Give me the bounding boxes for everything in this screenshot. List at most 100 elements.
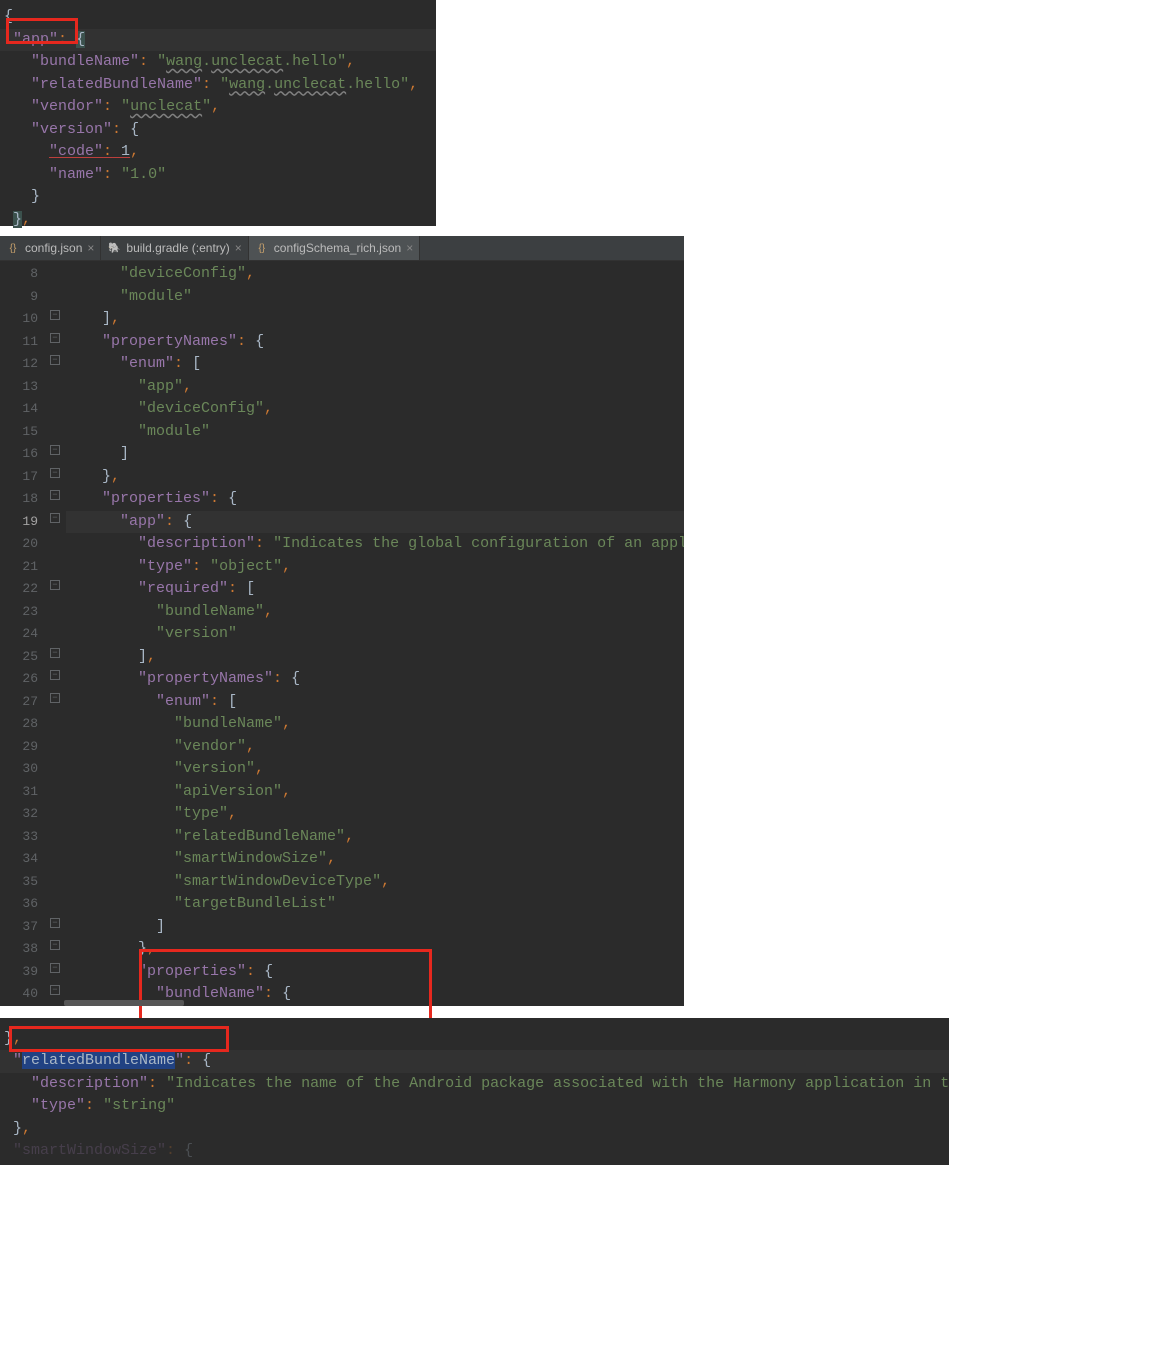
code-line[interactable]: "name": "1.0" (0, 164, 436, 187)
tab-build-gradle---entry-[interactable]: 🐘build.gradle (:entry)× (101, 236, 248, 260)
fold-toggle-icon[interactable]: − (50, 580, 60, 590)
line-number: 39 (0, 961, 38, 984)
line-number: 29 (0, 736, 38, 759)
code-line[interactable]: "code": 1, (0, 141, 436, 164)
line-number: 26 (0, 668, 38, 691)
fold-toggle-icon[interactable]: − (50, 513, 60, 523)
fold-toggle-icon[interactable]: − (50, 670, 60, 680)
code-line[interactable]: "type": "object", (66, 556, 684, 579)
close-icon[interactable]: × (406, 241, 413, 255)
fold-toggle-icon[interactable]: − (50, 445, 60, 455)
code-line[interactable]: "relatedBundleName", (66, 826, 684, 849)
line-number: 23 (0, 601, 38, 624)
line-number: 33 (0, 826, 38, 849)
code-line[interactable]: "version": { (0, 119, 436, 142)
fold-toggle-icon[interactable]: − (50, 940, 60, 950)
line-number: 17 (0, 466, 38, 489)
code-line[interactable]: }, (0, 1118, 949, 1141)
line-number: 20 (0, 533, 38, 556)
editor-tabs: {}config.json×🐘build.gradle (:entry)×{}c… (0, 236, 684, 261)
code-line[interactable]: "module" (66, 286, 684, 309)
code-line[interactable]: }, (66, 466, 684, 489)
gradle-file-icon: 🐘 (107, 241, 121, 255)
code-line[interactable]: { (0, 6, 436, 29)
code-line[interactable]: ], (66, 308, 684, 331)
code-line[interactable]: "enum": [ (66, 353, 684, 376)
line-number: 14 (0, 398, 38, 421)
fold-toggle-icon[interactable]: − (50, 310, 60, 320)
fold-toggle-icon[interactable]: − (50, 963, 60, 973)
code-line[interactable]: "type": "string" (0, 1095, 949, 1118)
fold-toggle-icon[interactable]: − (50, 693, 60, 703)
code-line[interactable]: "required": [ (66, 578, 684, 601)
code-line[interactable]: "deviceConfig", (66, 263, 684, 286)
code-line[interactable]: "vendor", (66, 736, 684, 759)
tab-configschema-rich-json[interactable]: {}configSchema_rich.json× (249, 236, 420, 260)
code-line[interactable]: "app": { (66, 511, 684, 534)
fold-toggle-icon[interactable]: − (50, 333, 60, 343)
fold-toggle-icon[interactable]: − (50, 468, 60, 478)
fold-toggle-icon[interactable]: − (50, 985, 60, 995)
code-line[interactable]: } (0, 186, 436, 209)
editor-panel-snippet[interactable]: }, "relatedBundleName": { "description":… (0, 1018, 949, 1165)
line-number: 27 (0, 691, 38, 714)
code-line[interactable]: "properties": { (66, 961, 684, 984)
code-line[interactable]: "relatedBundleName": { (0, 1050, 949, 1073)
code-area[interactable]: { "app": { "bundleName": "wang.unclecat.… (0, 4, 436, 231)
code-area[interactable]: "deviceConfig", "module" ], "propertyNam… (66, 261, 684, 1006)
editor-panel-config[interactable]: { "app": { "bundleName": "wang.unclecat.… (0, 0, 436, 226)
code-line[interactable]: }, (0, 209, 436, 232)
code-line[interactable]: "type", (66, 803, 684, 826)
line-number: 22 (0, 578, 38, 601)
code-line[interactable]: }, (0, 1028, 949, 1051)
tab-config-json[interactable]: {}config.json× (0, 236, 101, 260)
code-line[interactable]: "description": "Indicates the global con… (66, 533, 684, 556)
code-line[interactable]: "app", (66, 376, 684, 399)
line-number: 25 (0, 646, 38, 669)
code-line[interactable]: "version" (66, 623, 684, 646)
code-line[interactable]: ] (66, 443, 684, 466)
code-line[interactable]: "app": { (0, 29, 436, 52)
code-line[interactable]: ] (66, 916, 684, 939)
line-number: 15 (0, 421, 38, 444)
code-line[interactable]: "apiVersion", (66, 781, 684, 804)
line-number-gutter: 8910111213141516171819202122232425262728… (0, 261, 48, 1006)
code-line[interactable]: }, (66, 938, 684, 961)
close-icon[interactable]: × (87, 241, 94, 255)
code-line[interactable]: "vendor": "unclecat", (0, 96, 436, 119)
line-number: 31 (0, 781, 38, 804)
close-icon[interactable]: × (235, 241, 242, 255)
code-line[interactable]: "version", (66, 758, 684, 781)
code-line[interactable]: "smartWindowSize", (66, 848, 684, 871)
json-file-icon: {} (6, 241, 20, 255)
code-line[interactable]: "deviceConfig", (66, 398, 684, 421)
line-number: 32 (0, 803, 38, 826)
code-line[interactable]: "enum": [ (66, 691, 684, 714)
code-line[interactable]: "module" (66, 421, 684, 444)
line-number: 24 (0, 623, 38, 646)
code-line[interactable]: "propertyNames": { (66, 331, 684, 354)
line-number: 13 (0, 376, 38, 399)
code-line[interactable]: "relatedBundleName": "wang.unclecat.hell… (0, 74, 436, 97)
code-area[interactable]: }, "relatedBundleName": { "description":… (0, 1026, 949, 1163)
code-line[interactable]: "propertyNames": { (66, 668, 684, 691)
fold-toggle-icon[interactable]: − (50, 918, 60, 928)
code-line[interactable]: ], (66, 646, 684, 669)
code-line[interactable]: "bundleName", (66, 713, 684, 736)
code-line[interactable]: "bundleName", (66, 601, 684, 624)
fold-toggle-icon[interactable]: − (50, 648, 60, 658)
code-line[interactable]: "smartWindowSize": { (0, 1140, 949, 1163)
line-number: 12 (0, 353, 38, 376)
code-line[interactable]: "properties": { (66, 488, 684, 511)
editor-panel-schema[interactable]: {}config.json×🐘build.gradle (:entry)×{}c… (0, 236, 684, 1006)
fold-toggle-icon[interactable]: − (50, 490, 60, 500)
code-line[interactable]: "description": "Indicates the name of th… (0, 1073, 949, 1096)
code-line[interactable]: "smartWindowDeviceType", (66, 871, 684, 894)
code-line[interactable]: "targetBundleList" (66, 893, 684, 916)
fold-toggle-icon[interactable]: − (50, 355, 60, 365)
horizontal-scrollbar[interactable] (64, 1000, 184, 1006)
fold-column[interactable]: − − − − − − − − − − − − − − − (48, 261, 66, 1006)
line-number: 37 (0, 916, 38, 939)
code-line[interactable]: "bundleName": "wang.unclecat.hello", (0, 51, 436, 74)
line-number: 11 (0, 331, 38, 354)
